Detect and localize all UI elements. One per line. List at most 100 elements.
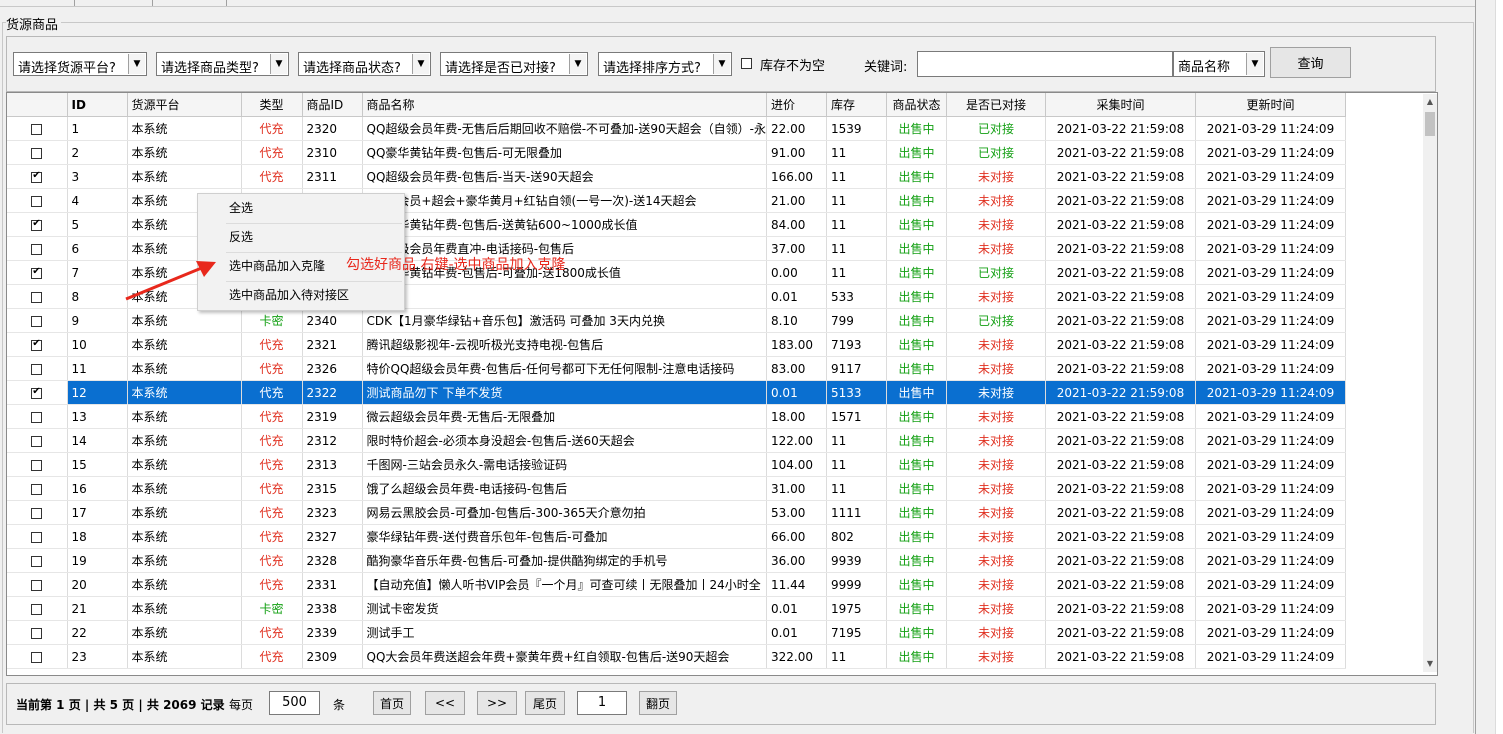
cell-id-text: 9 xyxy=(71,313,80,328)
column-header[interactable]: 进价 xyxy=(766,93,827,117)
prev-page-button[interactable]: << xyxy=(425,691,465,715)
cell-stock: 1571 xyxy=(826,404,887,429)
table-row[interactable]: 21 本系统 卡密 2338 测试卡密发货 0.01 1975 出售中 未对接 2021-03-2… xyxy=(7,596,1346,621)
cell-status-text: 出售中 xyxy=(898,434,935,448)
search-field-select[interactable]: 商品名称 ▼ xyxy=(1173,51,1265,77)
row-checkbox[interactable] xyxy=(31,531,43,543)
row-checkbox[interactable] xyxy=(31,386,43,399)
row-checkbox[interactable] xyxy=(31,363,43,375)
column-header[interactable]: 更新时间 xyxy=(1195,93,1346,117)
cell-id-text: 22 xyxy=(71,625,87,640)
column-header[interactable]: 商品状态 xyxy=(886,93,947,117)
table-row[interactable]: 14 本系统 代充 2312 限时特价超会-必须本身没超会-包售后-送60天超会 122.… xyxy=(7,428,1346,453)
per-page-input[interactable]: 500 xyxy=(269,691,320,715)
cell-price: 91.00 xyxy=(766,140,827,165)
table-row[interactable]: 1 本系统 代充 2320 QQ超级会员年费-无售后后期回收不赔偿-不可叠加-送90天超… xyxy=(7,116,1346,141)
column-header[interactable]: 采集时间 xyxy=(1045,93,1196,117)
cell-type: 代充 xyxy=(241,404,303,429)
query-button[interactable]: 查询 xyxy=(1270,47,1351,78)
cell-docked: 未对接 xyxy=(946,212,1046,237)
table-row[interactable]: 3 本系统 代充 2311 QQ超级会员年费-包售后-当天-送90天超会 166.00 11… xyxy=(7,164,1346,189)
table-row[interactable]: 22 本系统 代充 2339 测试手工 0.01 7195 出售中 未对接 2021-03-22 … xyxy=(7,620,1346,645)
cell-collect: 2021-03-22 21:59:08 xyxy=(1045,572,1196,597)
menu-item-invert-selection[interactable]: 反选 xyxy=(199,224,403,251)
cell-price: 122.00 xyxy=(766,428,827,453)
menu-item-select-all[interactable]: 全选 xyxy=(199,195,403,222)
column-header[interactable]: ID xyxy=(67,93,128,117)
column-header[interactable]: 商品ID xyxy=(302,93,363,117)
row-checkbox[interactable] xyxy=(31,483,43,495)
table-row[interactable]: 17 本系统 代充 2323 网易云黑胶会员-可叠加-包售后-300-365天介意勿拍 5… xyxy=(7,500,1346,525)
scrollbar-thumb[interactable] xyxy=(1425,112,1435,136)
column-header[interactable]: 货源平台 xyxy=(127,93,242,117)
cell-update: 2021-03-29 11:24:09 xyxy=(1195,476,1346,501)
row-checkbox[interactable] xyxy=(31,338,43,351)
table-row[interactable]: 9 本系统 卡密 2340 CDK【1月豪华绿钻+音乐包】激活码 可叠加 3天内兑换 8.… xyxy=(7,308,1346,333)
last-page-button[interactable]: 尾页 xyxy=(525,691,565,715)
row-checkbox[interactable] xyxy=(31,651,43,663)
row-checkbox[interactable] xyxy=(31,603,43,615)
cell-id: 19 xyxy=(67,548,128,573)
row-checkbox[interactable] xyxy=(31,291,43,303)
cell-docked-text: 已对接 xyxy=(977,266,1014,280)
table-row[interactable]: 13 本系统 代充 2319 微云超级会员年费-无售后-无限叠加 18.00 1571 出售中… xyxy=(7,404,1346,429)
row-checkbox[interactable] xyxy=(31,218,43,231)
row-checkbox[interactable] xyxy=(31,579,43,591)
cell-docked-text: 已对接 xyxy=(977,314,1014,328)
cell-collect: 2021-03-22 21:59:08 xyxy=(1045,452,1196,477)
pager-info: 当前第 1 页 | 共 5 页 | 共 2069 记录 xyxy=(16,698,225,712)
row-checkbox-cell xyxy=(7,212,68,237)
row-checkbox[interactable] xyxy=(31,459,43,471)
scroll-up-icon[interactable]: ▲ xyxy=(1423,95,1437,109)
row-checkbox[interactable] xyxy=(31,147,43,159)
type-select[interactable]: 请选择商品类型? ▼ xyxy=(156,52,289,76)
platform-select[interactable]: 请选择货源平台? ▼ xyxy=(13,52,147,76)
stock-not-empty-checkbox[interactable] xyxy=(741,58,752,69)
row-checkbox[interactable] xyxy=(31,411,43,423)
cell-stock: 1111 xyxy=(826,500,887,525)
table-row[interactable]: 2 本系统 代充 2310 QQ豪华黄钻年费-包售后-可无限叠加 91.00 11 出售中 已对… xyxy=(7,140,1346,165)
table-row[interactable]: 15 本系统 代充 2313 千图网-三站会员永久-需电话接验证码 104.00 11 出售中… xyxy=(7,452,1346,477)
row-checkbox[interactable] xyxy=(31,266,43,279)
scroll-down-icon[interactable]: ▼ xyxy=(1423,657,1437,671)
table-row[interactable]: 20 本系统 代充 2331 【自动充值】懒人听书VIP会员『一个月』可查可续丨无限叠加… xyxy=(7,572,1346,597)
cell-status: 出售中 xyxy=(886,596,947,621)
column-header[interactable]: 商品名称 xyxy=(362,93,767,117)
column-header[interactable] xyxy=(7,93,68,117)
status-select[interactable]: 请选择商品状态? ▼ xyxy=(298,52,431,76)
cell-id: 18 xyxy=(67,524,128,549)
column-header[interactable]: 是否已对接 xyxy=(946,93,1046,117)
column-header[interactable]: 库存 xyxy=(826,93,887,117)
table-row[interactable]: 12 本系统 代充 2322 测试商品勿下 下单不发货 0.01 5133 出售中 未对接 202… xyxy=(7,380,1346,405)
next-page-button[interactable]: >> xyxy=(477,691,517,715)
keyword-input[interactable] xyxy=(917,51,1173,77)
vertical-scrollbar[interactable]: ▲ ▼ xyxy=(1423,94,1437,672)
cell-docked: 已对接 xyxy=(946,308,1046,333)
row-checkbox[interactable] xyxy=(31,435,43,447)
table-row[interactable]: 19 本系统 代充 2328 酷狗豪华音乐年费-包售后-可叠加-提供酷狗绑定的手机号 36… xyxy=(7,548,1346,573)
row-checkbox[interactable] xyxy=(31,170,43,183)
table-row[interactable]: 23 本系统 代充 2309 QQ大会员年费送超会年费+豪黄年费+红自领取-包售后-送9… xyxy=(7,644,1346,669)
cell-status: 出售中 xyxy=(886,116,947,141)
row-checkbox[interactable] xyxy=(31,243,43,255)
go-page-button[interactable]: 翻页 xyxy=(639,691,677,715)
first-page-button[interactable]: 首页 xyxy=(373,691,411,715)
row-checkbox[interactable] xyxy=(31,123,43,135)
cell-type-text: 代充 xyxy=(259,650,284,664)
row-checkbox[interactable] xyxy=(31,555,43,567)
table-row[interactable]: 16 本系统 代充 2315 饿了么超级会员年费-电话接码-包售后 31.00 11 出售中 未… xyxy=(7,476,1346,501)
table-row[interactable]: 10 本系统 代充 2321 腾讯超级影视年-云视听极光支持电视-包售后 183.00 71… xyxy=(7,332,1346,357)
column-header[interactable]: 类型 xyxy=(241,93,303,117)
row-checkbox[interactable] xyxy=(31,195,43,207)
row-checkbox[interactable] xyxy=(31,507,43,519)
page-number-input[interactable]: 1 xyxy=(577,691,627,715)
row-checkbox[interactable] xyxy=(31,627,43,639)
menu-item-add-to-pending[interactable]: 选中商品加入待对接区 xyxy=(199,282,403,309)
cell-id-text: 6 xyxy=(71,241,80,256)
sort-select[interactable]: 请选择排序方式? ▼ xyxy=(598,52,732,76)
cell-price: 31.00 xyxy=(766,476,827,501)
table-row[interactable]: 18 本系统 代充 2327 豪华绿钻年费-送付费音乐包年-包售后-可叠加 66.00 80… xyxy=(7,524,1346,549)
docked-select[interactable]: 请选择是否已对接? ▼ xyxy=(440,52,588,76)
row-checkbox[interactable] xyxy=(31,315,43,327)
table-row[interactable]: 11 本系统 代充 2326 特价QQ超级会员年费-包售后-任何号都可下无任何限制-注意… xyxy=(7,356,1346,381)
